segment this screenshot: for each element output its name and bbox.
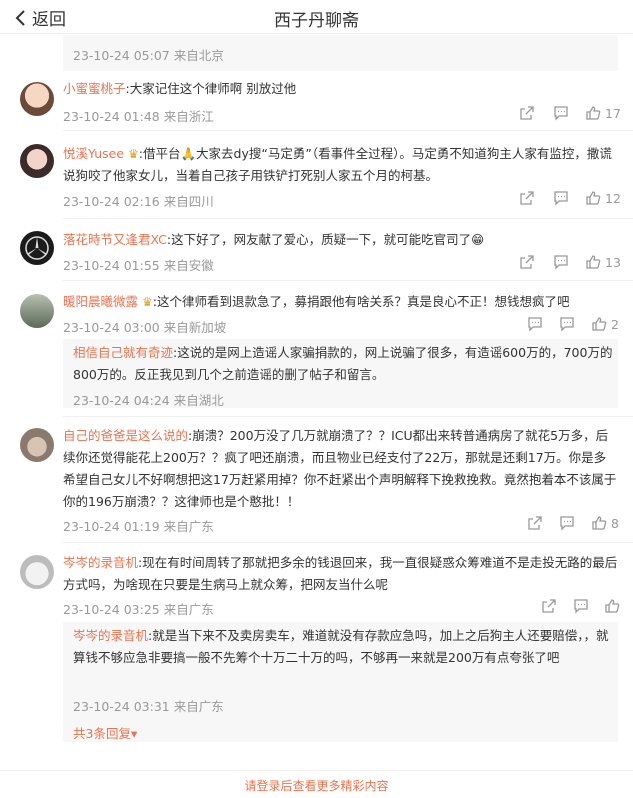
user-name[interactable]: 小蜜蜜桃子 (63, 81, 126, 96)
comment-icon (528, 317, 542, 332)
more-replies-link[interactable]: 共3条回复▾ (73, 723, 137, 742)
comment-icon (560, 317, 574, 332)
avatar[interactable] (20, 555, 54, 589)
user-name[interactable]: 暖阳晨曦微露 (63, 294, 138, 309)
comment-icon (560, 516, 574, 531)
comment-button[interactable] (553, 190, 569, 206)
reply-meta: 23-10-24 04:24 来自湖北 (73, 393, 224, 408)
user-name[interactable]: 自己的爸爸是这么说的 (63, 428, 188, 443)
divider (63, 542, 633, 543)
avatar[interactable] (20, 294, 54, 328)
reply-user-name[interactable]: 相信自己就有奇迹 (73, 345, 173, 360)
thumbs-up-icon (592, 516, 607, 530)
share-button[interactable] (519, 190, 535, 206)
divider (0, 770, 633, 771)
mercedes-logo-icon (25, 236, 49, 260)
comment-text: 暖阳晨曦微露 ♛:这个律师看到退款急了，募捐跟他有啥关系？真是良心不正！想钱想疯… (63, 291, 618, 313)
thumbs-up-icon (592, 317, 607, 331)
comment-button[interactable] (527, 316, 543, 332)
share-button[interactable] (519, 254, 535, 270)
comment-text: 悦溪Yusee ♛:借平台🙏大家去dy搜“马定勇”（看事件全过程）。马定勇不知道… (63, 143, 618, 187)
comment-meta: 23-10-24 01:55 来自安徽 (63, 258, 214, 273)
like-count: 12 (605, 190, 621, 206)
like-button[interactable]: 2 (591, 316, 619, 332)
like-button[interactable] (604, 598, 624, 614)
reply-meta: 23-10-24 03:31 来自广东 (73, 699, 224, 714)
like-button[interactable]: 17 (585, 105, 621, 121)
thumbs-up-icon (586, 191, 601, 205)
share-icon (520, 255, 534, 269)
comment-body: :现在有时间周转了那就把多余的钱退回来，我一直很疑惑众筹难道不是走投无路的最后方… (63, 555, 618, 592)
like-count: 2 (611, 316, 619, 332)
reply-text: 相信自己就有奇迹:这说的是网上造谣人家骗捐款的，网上说骗了很多，有造谣600万的… (73, 342, 613, 386)
divider (63, 416, 633, 417)
comment-meta: 23-10-24 03:25 来自广东 (63, 602, 214, 617)
comment-body: :大家记住这个律师啊 别放过他 (125, 81, 297, 96)
avatar[interactable] (20, 231, 54, 265)
comment-icon (554, 191, 568, 206)
comment-button[interactable] (573, 598, 589, 614)
like-button[interactable]: 8 (591, 515, 619, 531)
like-count: 17 (605, 105, 621, 121)
comment-meta: 23-10-24 01:48 来自浙江 (63, 109, 214, 124)
comment-meta: 23-10-24 03:00 来自新加坡 (63, 320, 227, 335)
comment-text: 落花時节又逢君XC:这下好了，网友献了爱心，质疑一下，就可能吃官司了😁 (63, 229, 618, 251)
user-name[interactable]: 悦溪Yusee (63, 146, 124, 161)
user-name[interactable]: 落花時节又逢君XC (63, 232, 167, 247)
comment-meta: 23-10-24 02:16 来自四川 (63, 194, 214, 209)
avatar[interactable] (20, 144, 54, 178)
like-count: 8 (611, 515, 619, 531)
divider (63, 280, 633, 281)
comment-button[interactable] (559, 515, 575, 531)
share-icon (542, 599, 556, 613)
user-name[interactable]: 岑岑的录音机 (63, 555, 138, 570)
share-icon (528, 516, 542, 530)
comment-body: :借平台🙏大家去dy搜“马定勇”（看事件全过程）。马定勇不知道狗主人家有监控，撒… (63, 146, 612, 183)
comment-icon (554, 106, 568, 121)
thumbs-up-icon (586, 106, 601, 120)
share-button[interactable] (541, 598, 557, 614)
avatar[interactable] (20, 428, 54, 462)
crown-icon: ♛ (128, 147, 139, 161)
comment-body: :这下好了，网友献了爱心，质疑一下，就可能吃官司了😁 (166, 232, 485, 247)
like-button[interactable]: 13 (585, 254, 621, 270)
crown-icon: ♛ (142, 295, 153, 309)
comment-meta: 23-10-24 01:19 来自广东 (63, 519, 214, 534)
share-icon (520, 191, 534, 205)
page-title: 西子丹聊斋 (274, 11, 359, 31)
reply-text: 岑岑的录音机:就是当下来不及卖房卖车，难道就没有存款应急吗，加上之后狗主人还要赔… (73, 625, 613, 669)
like-button[interactable]: 12 (585, 190, 621, 206)
avatar[interactable] (20, 82, 54, 116)
divider (63, 218, 633, 219)
comment-text: 小蜜蜜桃子:大家记住这个律师啊 别放过他 (63, 78, 618, 100)
comment-button-alt[interactable] (559, 316, 575, 332)
comment-icon (554, 255, 568, 270)
share-button[interactable] (519, 105, 535, 121)
share-icon (520, 106, 534, 120)
reply-user-name[interactable]: 岑岑的录音机 (73, 628, 148, 643)
comment-button[interactable] (553, 254, 569, 270)
reply-body: :就是当下来不及卖房卖车，难道就没有存款应急吗，加上之后狗主人还要赔偿，，就算钱… (73, 628, 609, 665)
reply-meta: 23-10-24 05:07 来自北京 (73, 48, 224, 63)
comment-icon (574, 599, 588, 614)
divider (63, 130, 633, 131)
thumbs-up-icon (605, 599, 620, 613)
thumbs-up-icon (586, 255, 601, 269)
comment-body: :这个律师看到退款急了，募捐跟他有啥关系？真是良心不正！想钱想疯了吧 (152, 294, 570, 309)
comment-text: 岑岑的录音机:现在有时间周转了那就把多余的钱退回来，我一直很疑惑众筹难道不是走投… (63, 552, 618, 596)
share-button[interactable] (527, 515, 543, 531)
comment-button[interactable] (553, 105, 569, 121)
comment-text: 自己的爸爸是这么说的:崩溃？200万没了几万就崩溃了？？ICU都出来转普通病房了… (63, 425, 618, 513)
top-bar: 返回 西子丹聊斋 (0, 0, 633, 34)
login-prompt-link[interactable]: 请登录后查看更多精彩内容 (0, 777, 633, 794)
like-count: 13 (605, 254, 621, 270)
